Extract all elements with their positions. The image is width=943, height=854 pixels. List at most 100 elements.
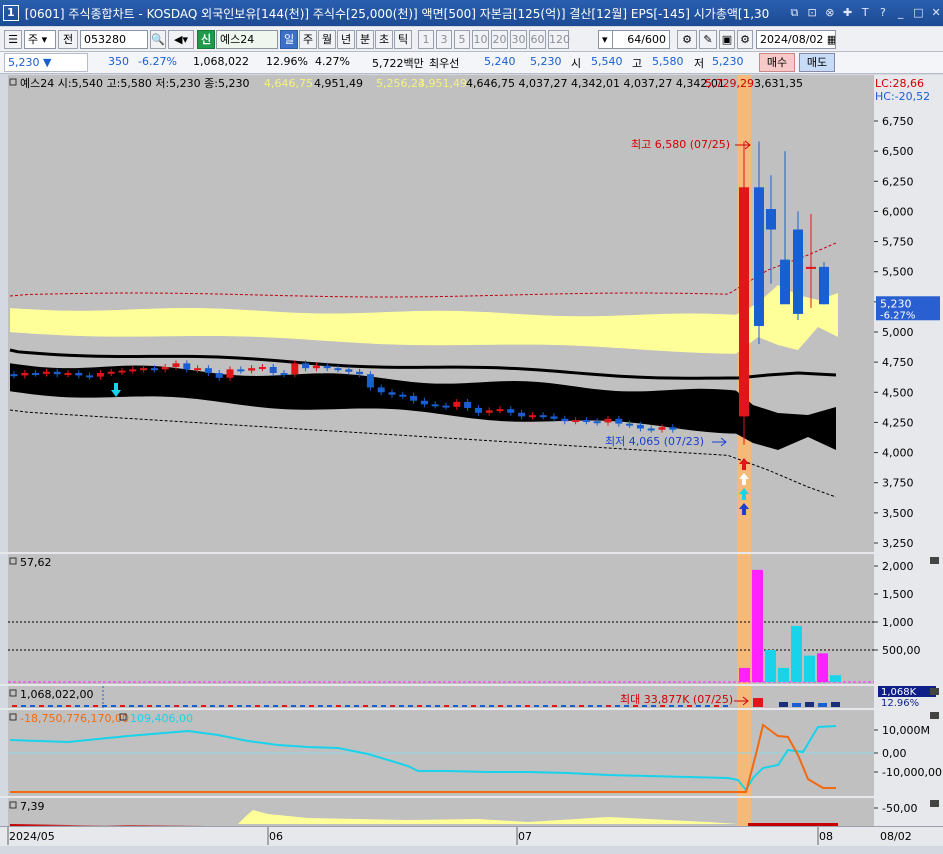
pin-icon[interactable]: ✚ <box>841 6 855 20</box>
interval-button[interactable]: 5 <box>454 30 470 49</box>
period-tab[interactable]: 월 <box>318 30 336 49</box>
highlight-column <box>737 798 751 826</box>
sell-button[interactable]: 매도 <box>799 53 835 72</box>
interval-button[interactable]: 120 <box>548 30 570 49</box>
indicator-1-tick-label: 1,000 <box>882 616 914 629</box>
sound-icon[interactable]: ◀▾ <box>168 30 194 49</box>
legend-ma-black: 4,951,49 <box>314 77 363 90</box>
oscillator-axis: -50,00 <box>874 798 943 826</box>
settings-icon[interactable]: ⚙ <box>737 30 753 49</box>
candle-body <box>226 369 234 378</box>
indicator-icon[interactable]: ⚙ <box>677 30 697 49</box>
date-field[interactable]: 2024/08/02 ▦ <box>756 30 836 49</box>
window-copy-icon[interactable]: ⊡ <box>805 6 819 20</box>
date-label: 2024/05 <box>9 830 55 843</box>
scrollbar[interactable] <box>0 846 943 854</box>
prev-button[interactable]: 전 <box>58 30 78 49</box>
candle-body <box>388 392 396 395</box>
volume-bar <box>399 705 404 707</box>
indicator-1-axis: 2,000 1,500 1,000 500,00 <box>874 554 943 684</box>
price-tick-label: 6,500 <box>882 145 914 158</box>
volume-axis-svg: 1,068K12.96% <box>878 686 939 708</box>
text-icon[interactable]: T <box>858 6 872 20</box>
period-tab[interactable]: 초 <box>375 30 393 49</box>
window-number: 1 <box>3 5 19 21</box>
candle-body <box>312 365 320 369</box>
volume-bar <box>264 705 269 707</box>
oscillator-pane[interactable]: 7,39 <box>8 798 874 826</box>
restore-icon[interactable]: ⧉ <box>788 6 802 20</box>
bar-count-field[interactable]: 64/600 <box>612 30 670 49</box>
volume-bar <box>588 705 593 707</box>
volume-bar <box>228 705 233 707</box>
minimize-icon[interactable]: _ <box>894 6 908 20</box>
interval-button[interactable]: 10 <box>472 30 489 49</box>
price-chart-pane[interactable]: 예스24 시:5,540 고:5,580 저:5,230 종:5,230 4,64… <box>8 75 874 552</box>
period-tab[interactable]: 년 <box>337 30 355 49</box>
draw-icon[interactable]: ✎ <box>699 30 717 49</box>
candle-body <box>485 410 493 413</box>
candle-body <box>793 229 803 314</box>
volume-bar <box>579 705 584 707</box>
period-unit-select[interactable]: 주 ▾ <box>24 30 56 49</box>
maximize-icon[interactable]: □ <box>912 6 926 20</box>
legend-marker-icon <box>9 713 17 721</box>
high-label: 고 <box>632 57 643 70</box>
volume-value: 1,068,022 <box>193 55 249 68</box>
period-tab[interactable]: 틱 <box>394 30 412 49</box>
calendar-icon[interactable]: ▦ <box>827 33 835 46</box>
candle-body <box>161 366 169 370</box>
lower-envelope-band <box>10 363 836 450</box>
candle-body <box>10 374 18 377</box>
indicator-1-axis-svg: 2,000 1,500 1,000 500,00 <box>874 557 939 657</box>
date-label: 08 <box>819 830 833 843</box>
pane-toggle-icon <box>930 557 939 564</box>
volume-bar <box>327 705 332 707</box>
stock-code-input[interactable]: 053280 <box>80 30 148 49</box>
indicator-pane-1[interactable]: 57,62 <box>8 554 874 684</box>
link-icon[interactable]: ⊗ <box>823 6 837 20</box>
save-icon[interactable]: ▣ <box>719 30 735 49</box>
volume-pane[interactable]: 1,068,022,00 최대 33,877K (07/25) <box>8 686 874 708</box>
candle-body <box>64 372 72 375</box>
candle-body <box>204 368 212 373</box>
help-icon[interactable]: ? <box>876 6 890 20</box>
interval-button[interactable]: 60 <box>529 30 546 49</box>
price-tick-label: 6,000 <box>882 205 914 218</box>
volume-bar <box>390 705 395 707</box>
candle-body <box>32 372 40 375</box>
price-chart-svg: 예스24 시:5,540 고:5,580 저:5,230 종:5,230 4,64… <box>9 75 838 552</box>
upper-channel-line <box>9 242 837 298</box>
interval-button[interactable]: 20 <box>491 30 508 49</box>
candle-body <box>172 363 180 367</box>
candle-body <box>399 394 407 397</box>
period-tab[interactable]: 주 <box>299 30 317 49</box>
flow-axis-svg: 10,000M 0,00 -10,000,00 <box>874 712 942 779</box>
volume-bar <box>300 705 305 707</box>
volume-bar <box>39 705 44 707</box>
period-tab[interactable]: 일 <box>280 30 298 49</box>
bar-count-value: 64 <box>627 33 642 46</box>
candle-body <box>248 368 256 371</box>
indicator-bar <box>804 655 815 682</box>
candle-body <box>636 424 644 429</box>
legend-marker-icon <box>9 689 17 697</box>
volume-svg: 1,068,022,00 최대 33,877K (07/25) <box>9 686 840 708</box>
interval-button[interactable]: 30 <box>510 30 527 49</box>
stock-name-field[interactable]: 예스24 <box>216 30 278 49</box>
volume-bar <box>174 705 179 707</box>
interval-button[interactable]: 1 <box>418 30 434 49</box>
buy-button[interactable]: 매수 <box>759 53 795 72</box>
list-menu-icon[interactable]: ☰ <box>4 30 22 49</box>
close-icon[interactable]: ✕ <box>929 6 943 20</box>
max-volume-annotation: 최대 33,877K (07/25) <box>620 693 733 706</box>
code-search-icon[interactable]: 🔍 <box>150 30 166 49</box>
period-tab[interactable]: 분 <box>356 30 374 49</box>
volume-bar <box>12 705 17 707</box>
pane-toggle-icon <box>930 800 939 807</box>
volume-bar <box>102 705 107 707</box>
flow-pane[interactable]: -18,750,776,170,00 109,406,00 <box>8 710 874 796</box>
price-tick-label: 3,500 <box>882 507 914 520</box>
interval-button[interactable]: 3 <box>436 30 452 49</box>
volume-bar <box>525 705 530 707</box>
